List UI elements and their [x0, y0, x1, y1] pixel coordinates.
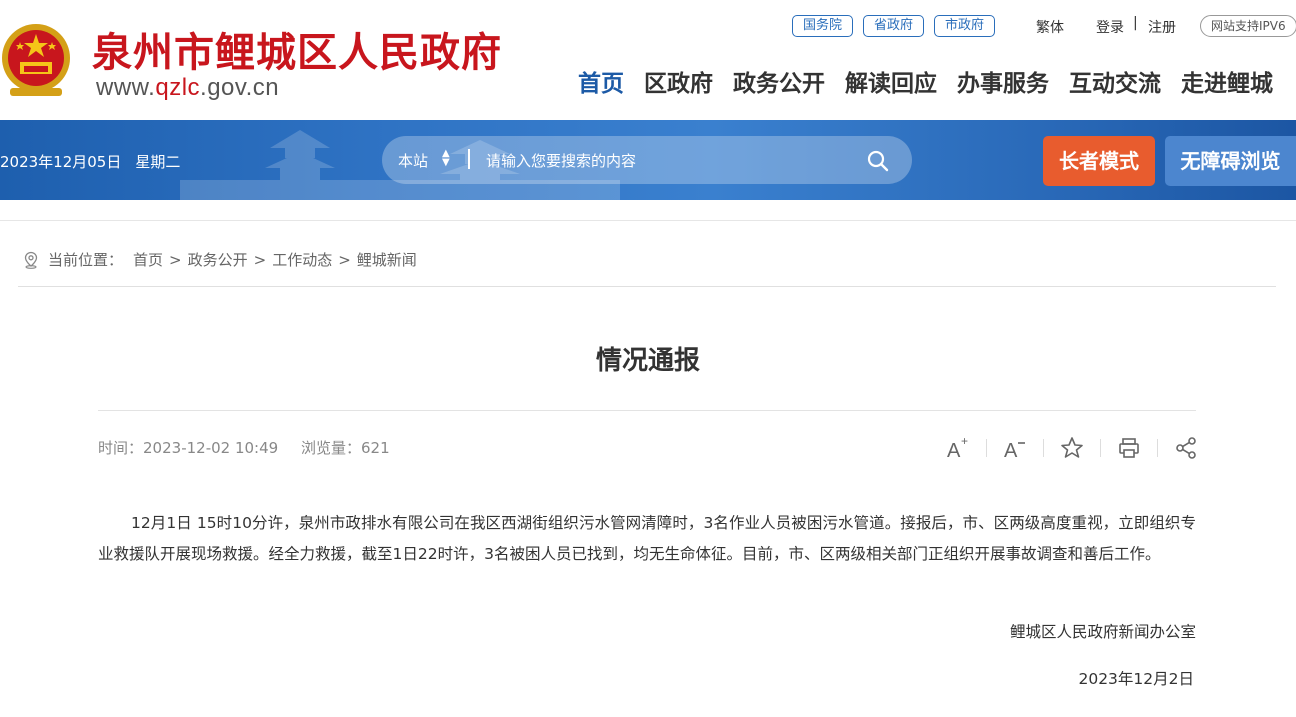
weekday-text: 星期二: [135, 153, 181, 171]
time-label: 时间：: [98, 439, 144, 457]
font-decrease-icon[interactable]: A: [1001, 434, 1029, 462]
divider: [18, 286, 1276, 287]
national-emblem-icon: [2, 24, 70, 96]
article-signature: 鲤城区人民政府新闻办公室: [1009, 623, 1196, 641]
nav-interpretation[interactable]: 解读回应: [845, 64, 937, 98]
share-icon[interactable]: [1172, 434, 1200, 462]
breadcrumb-licheng-news[interactable]: 鲤城新闻: [357, 249, 417, 270]
accessible-browse-button[interactable]: 无障碍浏览: [1165, 136, 1296, 186]
login-link[interactable]: 登录: [1096, 17, 1124, 37]
nav-about-licheng[interactable]: 走进鲤城: [1181, 64, 1273, 98]
views-label: 浏览量：: [300, 439, 361, 457]
tool-divider: [1043, 439, 1044, 457]
login-separator: |: [1133, 15, 1138, 31]
nav-services[interactable]: 办事服务: [957, 64, 1049, 98]
font-increase-icon[interactable]: A +: [944, 434, 972, 462]
article-title: 情况通报: [595, 346, 700, 376]
search-divider: [468, 149, 470, 169]
nav-gov-affairs[interactable]: 政务公开: [733, 64, 825, 98]
main-nav: 首页 区政府 政务公开 解读回应 办事服务 互动交流 走进鲤城: [578, 64, 1293, 98]
nav-interaction[interactable]: 互动交流: [1069, 64, 1161, 98]
link-provincial-gov[interactable]: 省政府: [863, 15, 925, 37]
tool-divider: [1100, 439, 1101, 457]
site-url: www.qzlc.gov.cn: [96, 74, 279, 102]
elder-mode-button[interactable]: 长者模式: [1043, 136, 1155, 186]
banner: 2023年12月05日 星期二 本站 ▲ ▼ 请输入您要搜索的内容 长者模式 无障碍…: [0, 120, 1296, 200]
top-links: 国务院 省政府 市政府: [792, 15, 1005, 37]
svg-text:A: A: [947, 440, 961, 461]
svg-text:A: A: [1004, 440, 1018, 461]
link-state-council[interactable]: 国务院: [792, 15, 854, 37]
article-body: 12月1日 15时10分许，泉州市政排水有限公司在我区西湖街组织污水管网清障时，…: [98, 514, 1196, 563]
breadcrumb-sep: >: [253, 250, 267, 269]
breadcrumb-label: 当前位置：: [48, 251, 124, 269]
site-url-suffix: .gov.cn: [200, 74, 280, 101]
article-meta: 时间：2023-12-02 10:49 浏览量：621: [98, 437, 390, 458]
breadcrumb-sep: >: [338, 250, 351, 269]
favorite-icon[interactable]: [1058, 434, 1086, 462]
breadcrumb-sep: >: [169, 250, 182, 269]
tool-divider: [986, 439, 987, 457]
breadcrumb: 当前位置： 首页 > 政务公开 > 工作动态 > 鲤城新闻: [22, 249, 417, 270]
location-pin-icon: [24, 251, 38, 269]
site-header: 泉州市鲤城区人民政府 www.qzlc.gov.cn 国务院 省政府 市政府 繁…: [0, 0, 1296, 120]
link-city-gov[interactable]: 市政府: [934, 15, 996, 37]
scope-arrows-icon: ▲ ▼: [442, 148, 450, 168]
article-sign-date: 2023年12月2日: [1078, 670, 1194, 688]
register-link[interactable]: 注册: [1148, 17, 1176, 37]
nav-district-gov[interactable]: 区政府: [644, 64, 713, 98]
ipv6-badge: 网站支持IPV6: [1200, 15, 1296, 37]
print-icon[interactable]: [1115, 434, 1143, 462]
current-date: 2023年12月05日 星期二: [0, 151, 180, 172]
view-count: 621: [360, 439, 390, 457]
search-scope-select[interactable]: 本站: [398, 150, 428, 171]
search-icon[interactable]: [866, 149, 890, 173]
breadcrumb-home[interactable]: 首页: [133, 249, 163, 270]
traditional-chinese-link[interactable]: 繁体: [1036, 17, 1064, 37]
nav-home[interactable]: 首页: [578, 64, 624, 98]
publish-time: 2023-12-02 10:49: [143, 439, 279, 457]
search-input[interactable]: 请输入您要搜索的内容: [486, 150, 636, 171]
svg-text:+: +: [961, 435, 968, 448]
divider: [98, 410, 1196, 411]
site-url-prefix: www.: [96, 74, 156, 101]
site-title[interactable]: 泉州市鲤城区人民政府: [92, 20, 502, 78]
tool-divider: [1157, 439, 1158, 457]
breadcrumb-work-news[interactable]: 工作动态: [272, 249, 332, 270]
article-tools: A + A: [944, 434, 1200, 462]
date-text: 2023年12月05日: [0, 153, 122, 171]
breadcrumb-gov-affairs[interactable]: 政务公开: [188, 249, 248, 270]
divider: [0, 220, 1296, 221]
site-url-highlight: qzlc: [155, 74, 201, 101]
search-box: 本站 ▲ ▼ 请输入您要搜索的内容: [382, 136, 912, 184]
